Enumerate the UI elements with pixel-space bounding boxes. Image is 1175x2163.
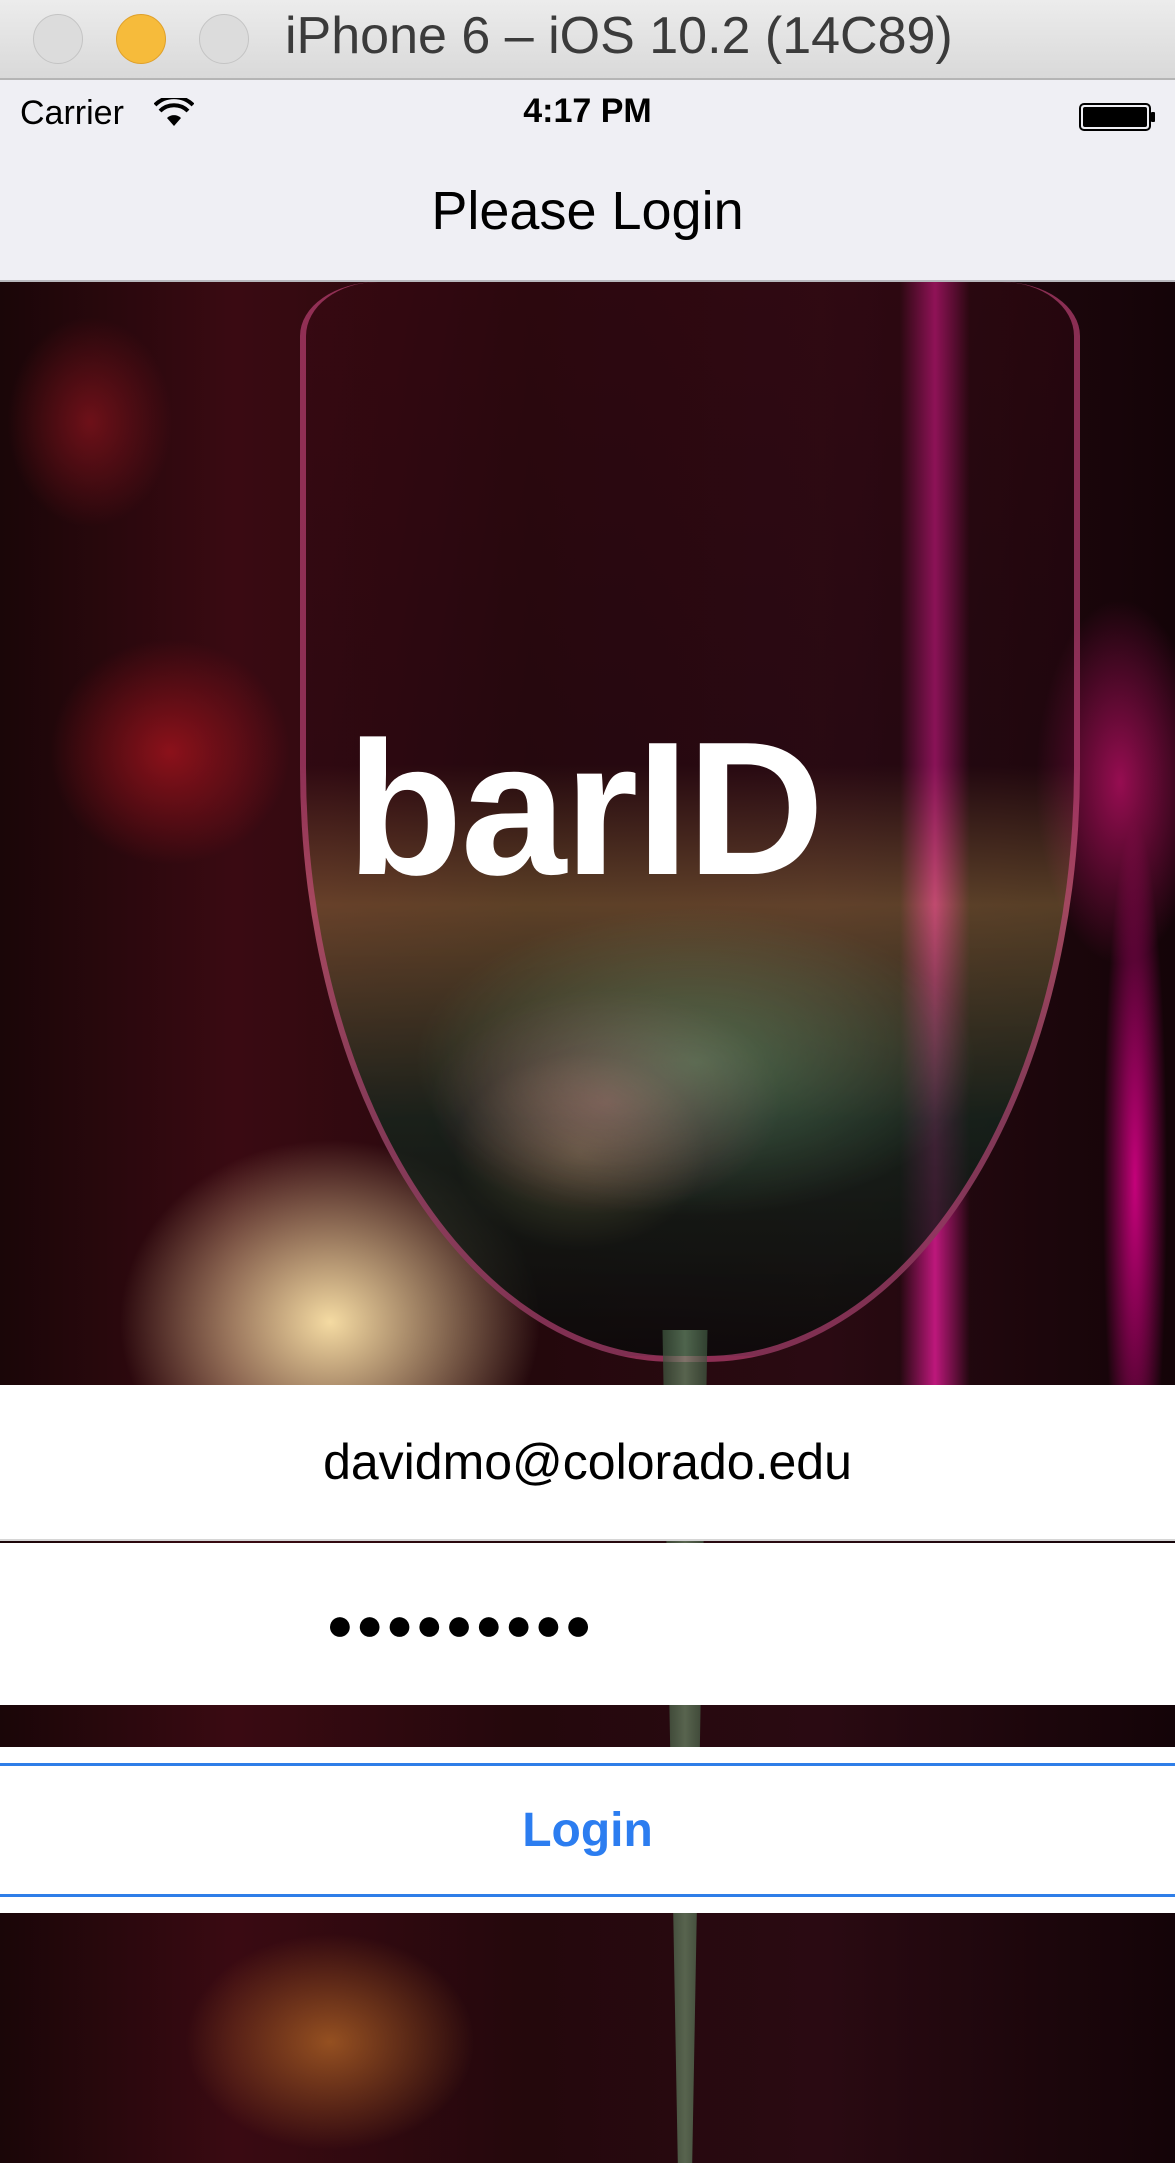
simulator-window: iPhone 6 – iOS 10.2 (14C89) Carrier 4:17… [0,0,1175,2163]
simulator-title: iPhone 6 – iOS 10.2 (14C89) [285,7,953,65]
login-button[interactable]: Login [0,1747,1175,1913]
window-minimize-button[interactable] [116,14,166,64]
simulator-title-bar: iPhone 6 – iOS 10.2 (14C89) [0,0,1175,80]
page-title: Please Login [431,181,744,241]
navigation-bar: Please Login [0,140,1175,282]
password-field[interactable]: ●●●●●●●●● [0,1543,1175,1705]
window-close-button[interactable] [33,14,83,64]
app-logo: barID [346,703,825,915]
battery-full-icon [1079,103,1155,131]
window-zoom-button[interactable] [199,14,249,64]
email-field[interactable] [0,1385,1175,1541]
status-bar: Carrier 4:17 PM [0,80,1175,140]
status-time: 4:17 PM [523,92,652,130]
login-button-label: Login [0,1763,1175,1897]
